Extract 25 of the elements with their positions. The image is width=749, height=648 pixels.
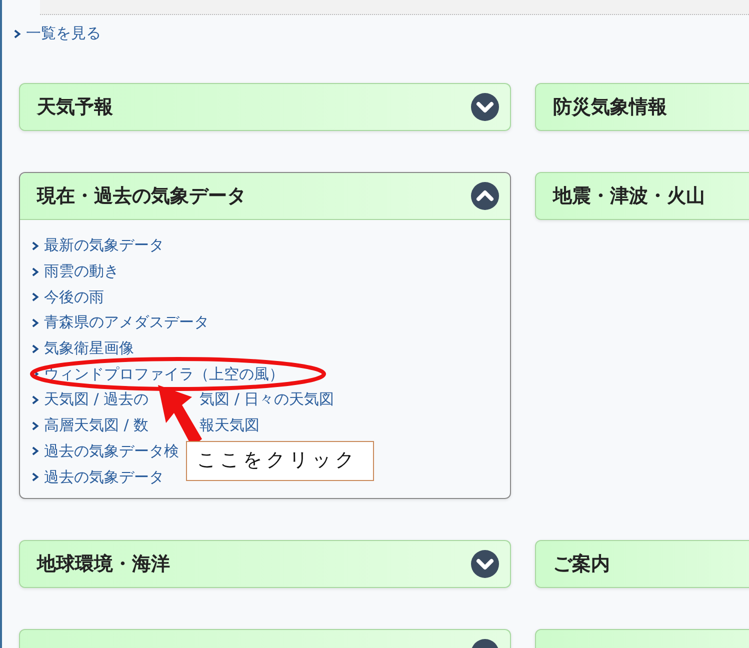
panel-title: 天気予報 xyxy=(37,95,113,120)
panel-title: 防災気象情報 xyxy=(553,95,667,120)
link[interactable]: 気象衛星画像 xyxy=(44,339,134,358)
link[interactable]: 高層天気図 / 数 xyxy=(44,416,149,436)
panel-title: 地震・津波・火山 xyxy=(553,184,705,209)
link[interactable]: 最新の気象データ xyxy=(44,236,164,256)
callout: ここをクリック xyxy=(186,441,374,481)
panel-title: 現在・過去の気象データ xyxy=(37,184,246,209)
panel-title: ご案内 xyxy=(553,552,610,577)
panel-header[interactable]: 現在・過去の気象データ xyxy=(20,173,510,220)
list-link[interactable]: 一覧を見る xyxy=(14,24,101,43)
link[interactable]: 報天気図 xyxy=(200,416,260,436)
panel-header[interactable]: 防災気象情報 xyxy=(536,84,749,130)
link[interactable]: 今後の雨 xyxy=(44,288,104,307)
panel-header[interactable]: ご案内 xyxy=(536,540,749,587)
link[interactable]: 気図 / 日々の天気図 xyxy=(200,390,334,410)
panel-header[interactable]: 天気予報 xyxy=(20,84,510,130)
link[interactable]: 過去の気象データ検 xyxy=(44,442,179,461)
link[interactable]: 雨雲の動き xyxy=(44,262,119,282)
link[interactable]: 過去の気象データ xyxy=(44,468,164,487)
link[interactable]: 天気図 / 過去の xyxy=(44,390,149,410)
link[interactable]: 青森県のアメダスデータ xyxy=(44,313,209,332)
panel-header[interactable]: 地震・津波・火山 xyxy=(536,173,749,219)
panel-header[interactable]: 地球環境・海洋 xyxy=(20,540,510,587)
panel-title: 地球環境・海洋 xyxy=(37,552,170,577)
